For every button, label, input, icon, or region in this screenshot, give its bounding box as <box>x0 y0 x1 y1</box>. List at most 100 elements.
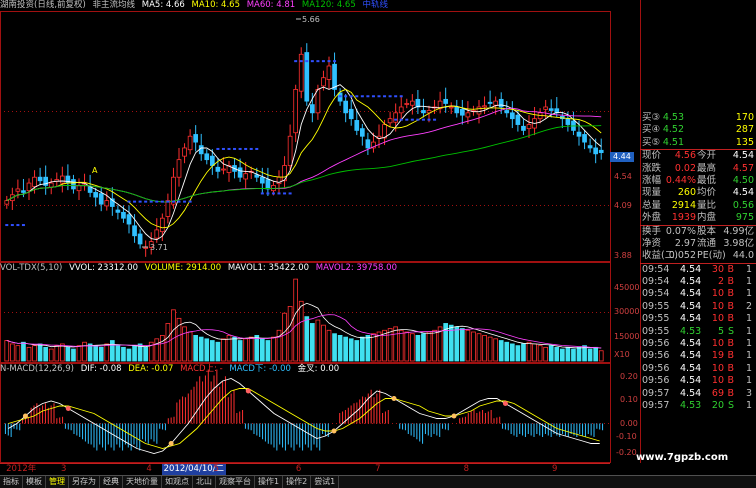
tab-5[interactable]: 天地价量 <box>123 476 162 488</box>
x-axis-label: 4 <box>146 464 152 474</box>
tab-10[interactable]: 操作2 <box>283 476 312 488</box>
volume-bar <box>421 333 426 362</box>
quote-cell: 4.56 <box>674 150 696 162</box>
quote-cell: 均价 <box>697 187 717 199</box>
tab-1[interactable]: 模板 <box>23 476 46 488</box>
current-price-tag: 4.44 <box>610 152 634 162</box>
candle-body <box>548 108 554 111</box>
candle-body <box>59 175 65 184</box>
dash-mark <box>399 118 403 121</box>
dash-mark <box>277 192 281 195</box>
quote-cell: 买④ <box>642 124 661 136</box>
candle-body <box>32 176 37 187</box>
dash-mark <box>133 200 137 203</box>
quote-cell: 4.54 <box>680 387 702 399</box>
dash-mark <box>177 200 181 203</box>
candle-body <box>176 159 182 178</box>
quote-cell: 3 <box>745 387 752 399</box>
quote-cell: 1939 <box>671 212 696 224</box>
quote-cell: 135 <box>735 136 754 148</box>
tab-9[interactable]: 操作1 <box>255 476 284 488</box>
tab-0[interactable]: 指标 <box>0 476 23 488</box>
tab-11[interactable]: 尝试1 <box>311 476 340 488</box>
tab-3[interactable]: 另存为 <box>69 476 100 488</box>
tab-7[interactable]: 北山 <box>193 476 216 488</box>
candle-body <box>593 147 599 155</box>
volume-bar <box>198 336 204 362</box>
volume-bar <box>359 336 365 362</box>
volume-bar <box>337 335 343 362</box>
volume-bar <box>237 340 243 362</box>
quote-cell: S <box>727 325 734 337</box>
candle-body <box>121 211 126 219</box>
volume-bar <box>426 331 432 362</box>
watermark: www.7gpzb.com <box>636 452 729 463</box>
volume-bar <box>332 333 337 362</box>
quote-cell: 2 <box>745 300 752 312</box>
candle-body <box>543 106 549 110</box>
tick-row: 09:55 4.53 5 S 1 <box>640 326 756 338</box>
volume-bar <box>554 346 560 362</box>
candle-body <box>354 120 360 131</box>
quote-cell: 外盘 <box>642 212 662 224</box>
dash-mark <box>316 60 320 63</box>
volume-bar <box>293 278 299 362</box>
volume-bar <box>21 341 26 362</box>
x-axis-label: 9 <box>552 464 558 474</box>
volume-axis-label: 30000 <box>614 307 640 316</box>
tick-row: 09:54 4.54 10 B 1 <box>640 288 756 300</box>
quote-cell: B <box>727 350 734 362</box>
x-axis-label: 7 <box>375 464 381 474</box>
volume-bar <box>415 335 421 362</box>
macd-header: N-MACD(12,26,9) DIF: -0.08 DEA: -0.07 MA… <box>0 364 343 375</box>
volume-bar <box>309 323 315 362</box>
candle-body <box>265 179 271 190</box>
quote-cell: 0.56 <box>732 199 754 211</box>
volume-bar <box>387 328 393 362</box>
macd-cross-marker <box>245 388 251 394</box>
candle-body <box>487 101 493 104</box>
volume-bar <box>232 336 237 362</box>
candle-body <box>48 182 54 188</box>
quote-cell: 4.53 <box>662 112 684 123</box>
volume-bar <box>43 346 49 362</box>
tab-2[interactable]: 管理 <box>46 476 69 488</box>
volume-bar <box>187 331 193 362</box>
quote-cell: 4.53 <box>680 399 702 411</box>
candle-body <box>404 103 410 105</box>
quote-cell: 最高 <box>697 162 717 174</box>
quote-row: 现价 4.56 今开 4.54 <box>640 150 756 162</box>
tick-row: 09:56 4.54 10 B 1 <box>640 363 756 375</box>
dash-mark <box>327 60 331 63</box>
candle-body <box>154 229 160 239</box>
tick-row: 09:56 4.54 10 B 1 <box>640 338 756 350</box>
macd-cross-marker <box>502 401 508 406</box>
quote-cell: B <box>727 263 734 275</box>
quote-cell: 涨幅 <box>642 174 662 186</box>
quote-row: 涨幅 0.44% 最低 4.50 <box>640 175 756 187</box>
volume-bar <box>315 319 321 362</box>
tab-6[interactable]: 如观点 <box>162 476 193 488</box>
candle-body <box>221 168 226 171</box>
macd-axis-label: -0.10 <box>616 432 637 441</box>
volume-bar <box>504 341 510 362</box>
volume-bar <box>348 338 354 362</box>
quote-cell: B <box>727 387 734 399</box>
dash-mark <box>399 95 403 98</box>
quote-cell: 现价 <box>642 150 662 162</box>
candle-body <box>387 118 393 124</box>
tab-8[interactable]: 观察平台 <box>216 476 255 488</box>
dash-mark <box>433 118 437 121</box>
volume-bar <box>26 346 32 362</box>
quote-row: 涨跌 0.02 最高 4.57 <box>640 163 756 175</box>
volume-bar <box>515 345 521 362</box>
dash-mark <box>305 60 309 63</box>
marker-a: A <box>92 166 98 175</box>
tab-4[interactable]: 经典 <box>100 476 123 488</box>
quote-cell: 69 <box>711 387 724 399</box>
volume-bar <box>76 345 82 362</box>
macd-axis-label: -0.20 <box>616 448 637 457</box>
x-axis-label: 3 <box>61 464 67 474</box>
dash-mark <box>255 147 259 150</box>
volume-bar <box>171 309 176 362</box>
